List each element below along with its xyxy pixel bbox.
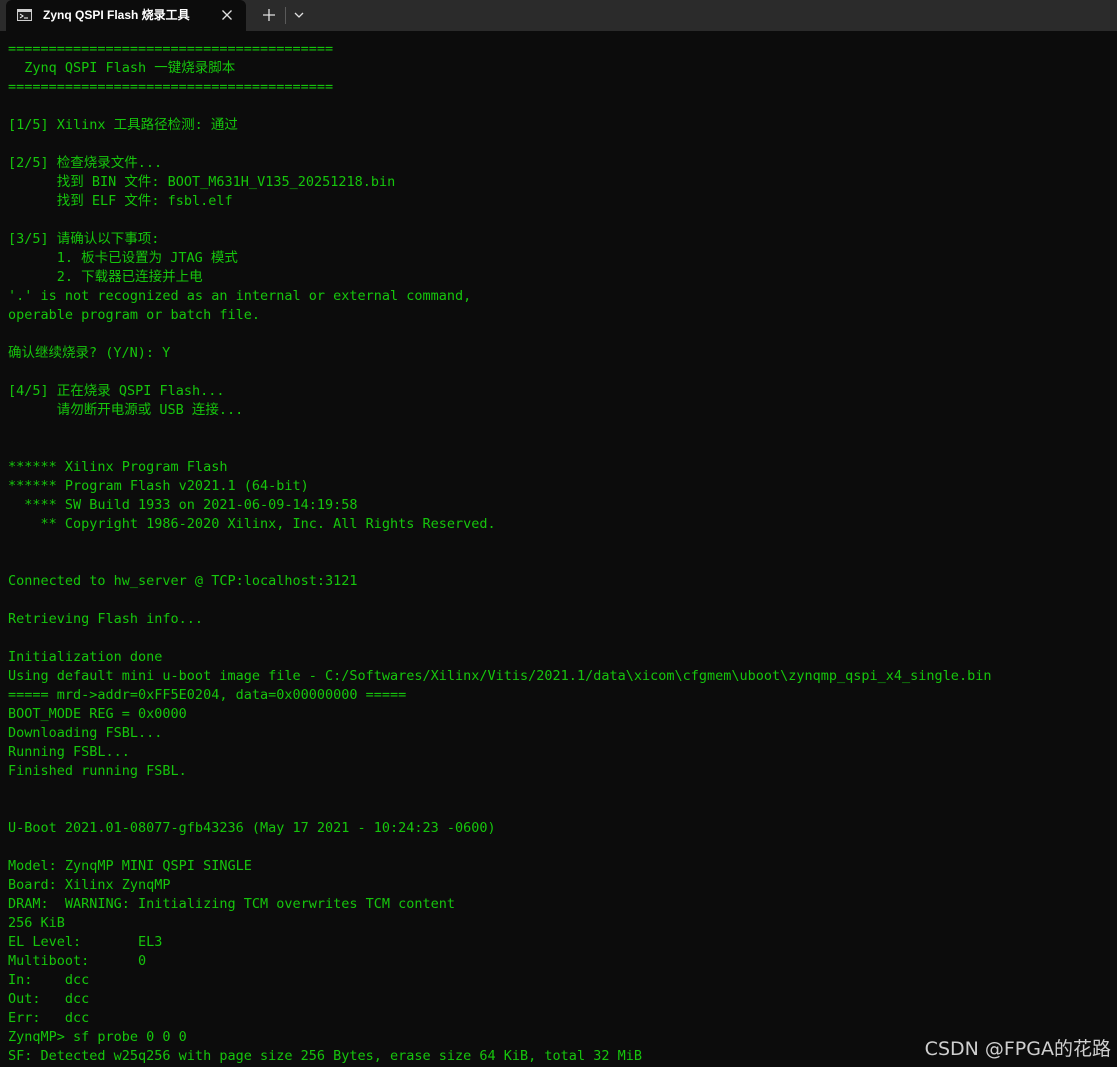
watermark: CSDN @FPGA的花路: [924, 1038, 1111, 1060]
terminal-line: Finished running FSBL.: [8, 763, 187, 779]
terminal-line: Model: ZynqMP MINI QSPI SINGLE: [8, 858, 252, 874]
terminal-line: Running FSBL...: [8, 744, 130, 760]
tab-title: Zynq QSPI Flash 烧录工具: [43, 8, 190, 22]
terminal-line: 256 KiB: [8, 915, 65, 931]
terminal-line: ===== mrd->addr=0xFF5E0204, data=0x00000…: [8, 687, 407, 703]
terminal-line: In: dcc: [8, 972, 90, 988]
terminal-line: 请勿断开电源或 USB 连接...: [8, 402, 244, 418]
terminal-line: Using default mini u-boot image file - C…: [8, 668, 992, 684]
terminal-line: ========================================: [8, 79, 334, 95]
terminal-line: ** Copyright 1986-2020 Xilinx, Inc. All …: [8, 516, 496, 532]
terminal-line: [2/5] 检查烧录文件...: [8, 155, 163, 171]
terminal-line: Connected to hw_server @ TCP:localhost:3…: [8, 573, 358, 589]
terminal-output[interactable]: ========================================…: [8, 40, 1113, 1066]
terminal-line: ========================================: [8, 41, 334, 57]
terminal-line: Err: dcc: [8, 1010, 90, 1026]
terminal-line: Out: dcc: [8, 991, 90, 1007]
close-icon[interactable]: [218, 6, 236, 24]
terminal-line: Board: Xilinx ZynqMP: [8, 877, 171, 893]
terminal-line: BOOT_MODE REG = 0x0000: [8, 706, 187, 722]
terminal-line: [1/5] Xilinx 工具路径检测: 通过: [8, 117, 238, 133]
terminal-line: Zynq QSPI Flash 一键烧录脚本: [8, 60, 236, 76]
terminal-line: [3/5] 请确认以下事项:: [8, 231, 160, 247]
terminal-line: 确认继续烧录? (Y/N): Y: [8, 345, 171, 361]
plus-icon[interactable]: [259, 5, 279, 25]
terminal-line: ****** Program Flash v2021.1 (64-bit): [8, 478, 309, 494]
terminal-line: Downloading FSBL...: [8, 725, 163, 741]
terminal-icon: [17, 9, 32, 21]
terminal-line: ****** Xilinx Program Flash: [8, 459, 228, 475]
chevron-down-icon[interactable]: [290, 6, 308, 24]
terminal-line: Initialization done: [8, 649, 163, 665]
terminal-line: DRAM: WARNING: Initializing TCM overwrit…: [8, 896, 456, 912]
terminal-line: 找到 ELF 文件: fsbl.elf: [8, 193, 233, 209]
terminal-line: Multiboot: 0: [8, 953, 147, 969]
terminal-line: EL Level: EL3: [8, 934, 163, 950]
terminal-line: 1. 板卡已设置为 JTAG 模式: [8, 250, 238, 266]
terminal-line: Retrieving Flash info...: [8, 611, 204, 627]
terminal-line: **** SW Build 1933 on 2021-06-09-14:19:5…: [8, 497, 358, 513]
tab-terminal[interactable]: Zynq QSPI Flash 烧录工具: [6, 0, 246, 31]
terminal-line: 找到 BIN 文件: BOOT_M631H_V135_20251218.bin: [8, 174, 396, 190]
tab-divider: [285, 7, 286, 24]
terminal-line: '.' is not recognized as an internal or …: [8, 288, 472, 304]
terminal-window: Zynq QSPI Flash 烧录工具 ===================…: [0, 0, 1117, 1067]
terminal-line: [4/5] 正在烧录 QSPI Flash...: [8, 383, 225, 399]
terminal-line: U-Boot 2021.01-08077-gfb43236 (May 17 20…: [8, 820, 496, 836]
tab-bar: Zynq QSPI Flash 烧录工具: [0, 0, 1117, 31]
terminal-line: operable program or batch file.: [8, 307, 260, 323]
terminal-line: 2. 下载器已连接并上电: [8, 269, 203, 285]
